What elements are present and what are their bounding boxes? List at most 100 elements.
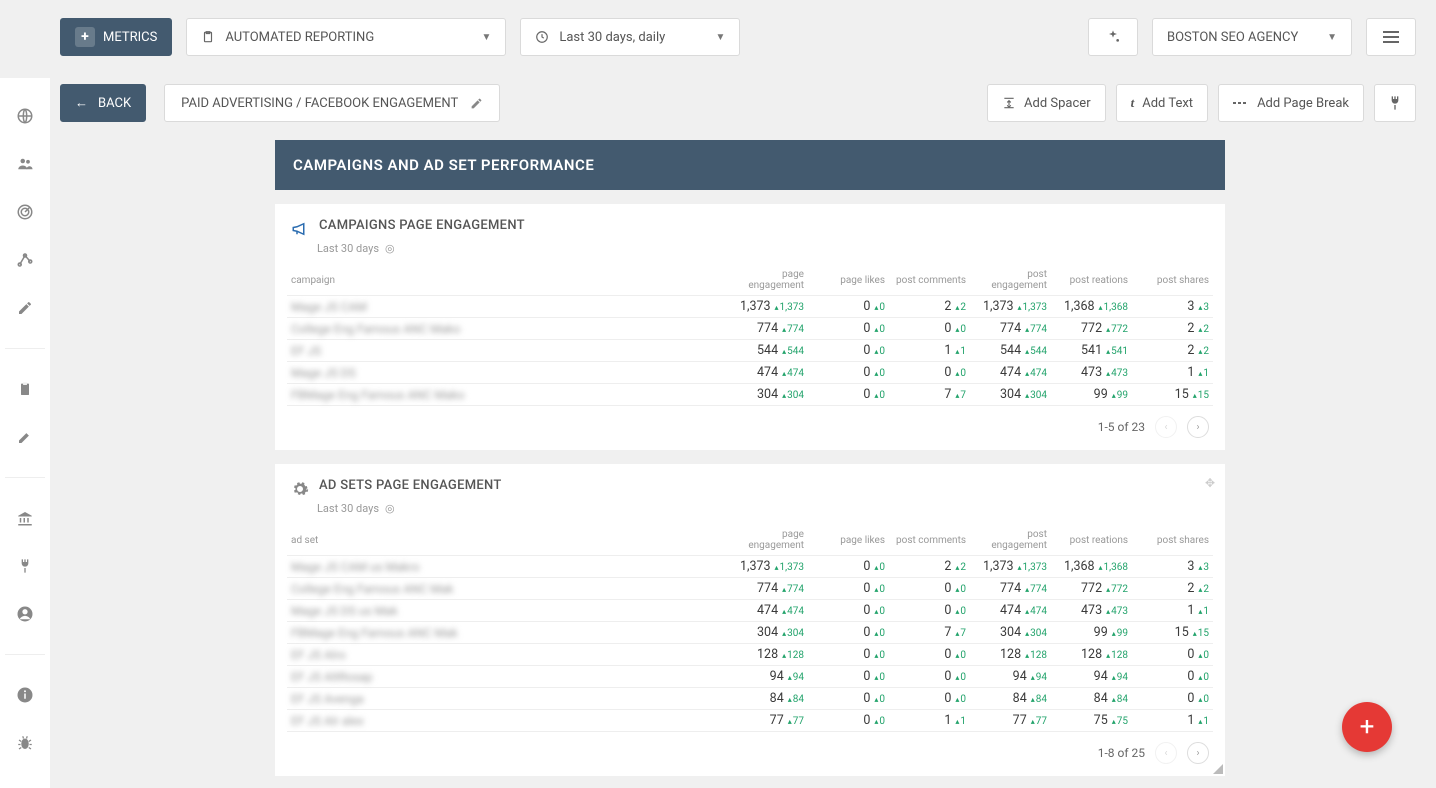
metric-cell: 77 — [889, 384, 970, 406]
nav-bug-icon[interactable] — [15, 733, 35, 753]
nav-bank-icon[interactable] — [15, 508, 35, 528]
metric-cell: 00 — [1132, 688, 1213, 710]
plug-icon — [1387, 95, 1403, 111]
resize-handle[interactable] — [1213, 764, 1223, 774]
chevron-down-icon: ▼ — [715, 32, 725, 43]
nav-clipboard-icon[interactable] — [15, 379, 35, 399]
nav-network-icon[interactable] — [15, 250, 35, 270]
metric-cell: 00 — [808, 666, 889, 688]
pencil-icon[interactable] — [470, 97, 483, 110]
table-row[interactable]: Mage JS CAM us Makro1,3731,37300221,3731… — [287, 556, 1213, 578]
nav-plug-icon[interactable] — [15, 556, 35, 576]
nav-info-icon[interactable] — [15, 685, 35, 705]
metrics-button[interactable]: + METRICS — [60, 18, 172, 56]
metric-cell: 11 — [1132, 600, 1213, 622]
metric-cell: 9494 — [727, 666, 808, 688]
integrations-button[interactable] — [1374, 84, 1416, 122]
metric-cell: 8484 — [1051, 688, 1132, 710]
nav-pencil-icon[interactable] — [15, 427, 35, 447]
metric-cell: 22 — [1132, 318, 1213, 340]
metric-cell: 774774 — [970, 318, 1051, 340]
metric-cell: 1,3681,368 — [1051, 296, 1132, 318]
table-row[interactable]: EF JS Alro128128000012812812812800 — [287, 644, 1213, 666]
agency-dropdown[interactable]: BOSTON SEO AGENCY ▼ — [1152, 18, 1352, 56]
metric-cell: 7575 — [1051, 710, 1132, 732]
metric-cell: 77 — [889, 622, 970, 644]
metric-cell: 304304 — [727, 384, 808, 406]
metric-cell: 00 — [889, 578, 970, 600]
main-menu-button[interactable] — [1366, 18, 1416, 56]
add-text-label: Add Text — [1142, 96, 1193, 111]
chevron-down-icon: ▼ — [481, 32, 491, 43]
table-row[interactable]: EF JS Alr alex777700117777757511 — [287, 710, 1213, 732]
row-name: FBMage Eng Famous ANC Mako — [287, 384, 727, 406]
metric-cell: 00 — [808, 710, 889, 732]
column-header: post engagement — [970, 525, 1051, 556]
table-row[interactable]: College Eng Famous ANC Mak77477400007747… — [287, 578, 1213, 600]
metric-cell: 00 — [889, 362, 970, 384]
metric-cell: 8484 — [970, 688, 1051, 710]
table-row[interactable]: College Eng Famous ANC Mako7747740000774… — [287, 318, 1213, 340]
nav-account-icon[interactable] — [15, 604, 35, 624]
row-name: EF JS AltRosap — [287, 666, 727, 688]
metric-cell: 9494 — [970, 666, 1051, 688]
move-icon[interactable]: ✥ — [1205, 476, 1215, 490]
widget-campaigns-subtitle: Last 30 days — [317, 242, 379, 255]
row-name: EF JS Alro — [287, 644, 727, 666]
column-header: page likes — [808, 265, 889, 296]
table-row[interactable]: EF JS Avenga848400008484848400 — [287, 688, 1213, 710]
metric-cell: 22 — [1132, 340, 1213, 362]
column-header: campaign — [287, 265, 727, 296]
metric-cell: 22 — [889, 556, 970, 578]
nav-globe-icon[interactable] — [15, 106, 35, 126]
breadcrumb-text: PAID ADVERTISING / FACEBOOK ENGAGEMENT — [181, 96, 458, 111]
metric-cell: 00 — [808, 600, 889, 622]
metric-cell: 541541 — [1051, 340, 1132, 362]
column-header: post reations — [1051, 265, 1132, 296]
table-row[interactable]: FBMage Eng Famous ANC Mako30430400773043… — [287, 384, 1213, 406]
metric-cell: 544544 — [970, 340, 1051, 362]
metric-cell: 473473 — [1051, 362, 1132, 384]
metric-cell: 772772 — [1051, 318, 1132, 340]
table-row[interactable]: Mage JS DS474474000047447447347311 — [287, 362, 1213, 384]
metric-cell: 33 — [1132, 296, 1213, 318]
metric-cell: 7777 — [727, 710, 808, 732]
row-name: EF JS Avenga — [287, 688, 727, 710]
table-row[interactable]: Mage JS DS us Mak47447400004744744734731… — [287, 600, 1213, 622]
nav-edit-icon[interactable] — [15, 298, 35, 318]
table-row[interactable]: FBMage Eng Famous ANC Mak304304007730430… — [287, 622, 1213, 644]
column-header: post shares — [1132, 265, 1213, 296]
nav-people-icon[interactable] — [15, 154, 35, 174]
metric-cell: 00 — [808, 318, 889, 340]
metric-cell: 11 — [1132, 710, 1213, 732]
campaigns-next-page[interactable]: › — [1187, 416, 1209, 438]
chevron-down-icon: ▼ — [1327, 32, 1337, 43]
fab-add-button[interactable]: + — [1342, 702, 1392, 752]
page-break-icon — [1233, 98, 1249, 108]
adsets-table: ad setpage engagementpage likespost comm… — [287, 525, 1213, 732]
metric-cell: 11 — [1132, 362, 1213, 384]
appearance-toggle-button[interactable] — [1088, 18, 1138, 56]
row-name: Mage JS CAM — [287, 296, 727, 318]
adsets-next-page[interactable]: › — [1187, 742, 1209, 764]
megaphone-icon — [291, 220, 309, 238]
nav-radar-icon[interactable] — [15, 202, 35, 222]
arrow-left-icon: ← — [75, 95, 88, 111]
table-row[interactable]: EF JS AltRosap949400009494949400 — [287, 666, 1213, 688]
metric-cell: 1,3731,373 — [727, 556, 808, 578]
add-spacer-button[interactable]: Add Spacer — [987, 84, 1106, 122]
table-row[interactable]: Mage JS CAM1,3731,37300221,3731,3731,368… — [287, 296, 1213, 318]
plus-icon: + — [1360, 712, 1375, 742]
metric-cell: 473473 — [1051, 600, 1132, 622]
report-dropdown[interactable]: AUTOMATED REPORTING ▼ — [186, 18, 506, 56]
metric-cell: 7777 — [970, 710, 1051, 732]
add-page-break-button[interactable]: Add Page Break — [1218, 84, 1364, 122]
metric-cell: 1,3731,373 — [970, 556, 1051, 578]
back-button[interactable]: ← BACK — [60, 84, 146, 122]
date-range-dropdown[interactable]: Last 30 days, daily ▼ — [520, 18, 740, 56]
metric-cell: 00 — [808, 688, 889, 710]
add-text-button[interactable]: t Add Text — [1116, 84, 1208, 122]
table-row[interactable]: EF JS544544001154454454154122 — [287, 340, 1213, 362]
column-header: page engagement — [727, 265, 808, 296]
metric-cell: 00 — [889, 644, 970, 666]
